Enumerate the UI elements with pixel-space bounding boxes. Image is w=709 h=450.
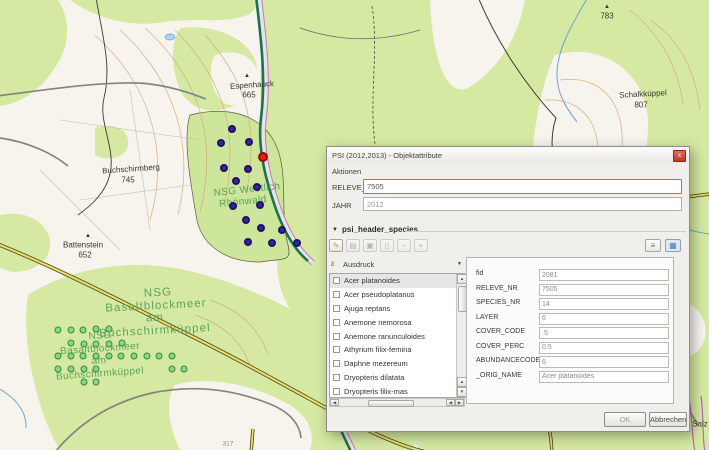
species-row[interactable]: Ajuga reptans (330, 302, 464, 316)
jahr-label: JAHR (332, 201, 352, 210)
species-row[interactable]: Anemone nemorosa (330, 315, 464, 329)
expression-icon: ε (331, 259, 335, 268)
attribute-input[interactable] (539, 298, 669, 310)
releve-nr-input[interactable] (363, 179, 682, 194)
species-name: Anemone ranunculoides (344, 332, 425, 341)
attribute-row: fid (467, 269, 673, 281)
scroll-right-icon[interactable]: ▶ (455, 399, 464, 406)
species-name: Daphne mezereum (344, 359, 408, 368)
close-icon[interactable]: x (673, 150, 686, 162)
species-name: Athyrium filix-femina (344, 345, 412, 354)
species-checkbox[interactable] (333, 277, 340, 284)
scroll-left-icon[interactable]: ◀ (446, 399, 455, 406)
duplicate-icon[interactable]: ▣ (363, 239, 377, 252)
attribute-input[interactable] (539, 313, 669, 325)
add-icon[interactable]: + (414, 239, 428, 252)
species-name: Acer platanoides (344, 276, 400, 285)
attribute-label: COVER_PERC (476, 343, 524, 350)
species-checkbox[interactable] (333, 291, 340, 298)
delete-icon[interactable]: ▯ (380, 239, 394, 252)
form-view-icon[interactable]: ▦ (665, 239, 681, 252)
species-name: Dryopteris filix-mas (344, 387, 408, 396)
species-checkbox[interactable] (333, 374, 340, 381)
species-row[interactable]: Dryopteris dilatata (330, 371, 464, 385)
attribute-row: ABUNDANCECODE_ID (467, 356, 673, 368)
attribute-row: LAYER (467, 313, 673, 325)
dialog-title: PSI (2012,2013) - Objektattribute (332, 151, 442, 160)
attribute-label: _ORIG_NAME (476, 372, 522, 379)
horizontal-scrollbar[interactable]: ◀ ◀ ▶ (329, 398, 465, 407)
attribute-input[interactable] (539, 342, 669, 354)
qgis-map-window: 783▲Espenhauck665▲Schalkküppel807Buchsch… (0, 0, 709, 450)
species-checkbox[interactable] (333, 333, 340, 340)
attribute-form-panel: fid RELEVE_NR SPECIES_NR LAYER COVER_CODE COV… (466, 257, 674, 404)
attribute-row: SPECIES_NR (467, 298, 673, 310)
species-checkbox[interactable] (333, 360, 340, 367)
attribute-input[interactable] (539, 356, 669, 368)
attribute-label: fid (476, 270, 483, 277)
jahr-input[interactable] (363, 197, 682, 211)
attribute-input[interactable] (539, 269, 669, 281)
attribute-dialog: PSI (2012,2013) - Objektattribute x Akti… (326, 146, 690, 432)
save-icon[interactable]: ▤ (346, 239, 360, 252)
cancel-button[interactable]: Abbrechen (649, 412, 687, 427)
scrollbar-thumb[interactable] (368, 400, 414, 407)
species-checkbox[interactable] (333, 319, 340, 326)
species-row[interactable]: Acer platanoides (330, 274, 464, 288)
view-toggles: ≡ ▦ (645, 239, 681, 252)
dialog-titlebar[interactable]: PSI (2012,2013) - Objektattribute x (327, 147, 689, 163)
species-row[interactable]: Acer pseudoplatanus (330, 288, 464, 302)
ok-button[interactable]: OK (604, 412, 646, 427)
relation-group-title: psi_header_species (342, 225, 418, 234)
attribute-label: RELEVE_NR (476, 285, 518, 292)
species-checkbox[interactable] (333, 305, 340, 312)
attribute-row: RELEVE_NR (467, 284, 673, 296)
expression-label: Ausdruck (343, 260, 374, 269)
attribute-row: _ORIG_NAME (467, 371, 673, 383)
attribute-label: LAYER (476, 314, 498, 321)
group-divider (405, 231, 686, 232)
species-name: Anemone nemorosa (344, 318, 412, 327)
species-row[interactable]: Daphne mezereum (330, 357, 464, 371)
chevron-down-icon[interactable]: ▼ (332, 227, 338, 233)
species-checkbox[interactable] (333, 346, 340, 353)
table-view-icon[interactable]: ≡ (645, 239, 661, 252)
remove-icon[interactable]: − (397, 239, 411, 252)
expression-filter[interactable]: ε Ausdruck ▼ (329, 258, 465, 271)
attribute-label: COVER_CODE (476, 328, 525, 335)
scroll-left-icon[interactable]: ◀ (330, 399, 339, 406)
attribute-row: COVER_CODE (467, 327, 673, 339)
attribute-row: COVER_PERC (467, 342, 673, 354)
species-toolbar: ✎▤▣▯−+ (329, 239, 428, 252)
vertical-scrollbar[interactable]: ▲ ▲ ▼ (456, 274, 466, 397)
species-row[interactable]: Anemone ranunculoides (330, 329, 464, 343)
menu-aktionen[interactable]: Aktionen (332, 167, 361, 176)
attribute-input[interactable] (539, 327, 669, 339)
species-name: Acer pseudoplatanus (344, 290, 414, 299)
species-row[interactable]: Dryopteris filix-mas (330, 384, 464, 398)
chevron-down-icon[interactable]: ▼ (457, 261, 462, 267)
attribute-label: SPECIES_NR (476, 299, 520, 306)
attribute-input[interactable] (539, 284, 669, 296)
species-checkbox[interactable] (333, 388, 340, 395)
species-row[interactable]: Athyrium filix-femina (330, 343, 464, 357)
species-name: Dryopteris dilatata (344, 373, 404, 382)
edit-pencil-icon[interactable]: ✎ (329, 239, 343, 252)
species-name: Ajuga reptans (344, 304, 390, 313)
species-list[interactable]: Acer platanoides Acer pseudoplatanus Ajuga… (329, 273, 465, 398)
attribute-input[interactable] (539, 371, 669, 383)
